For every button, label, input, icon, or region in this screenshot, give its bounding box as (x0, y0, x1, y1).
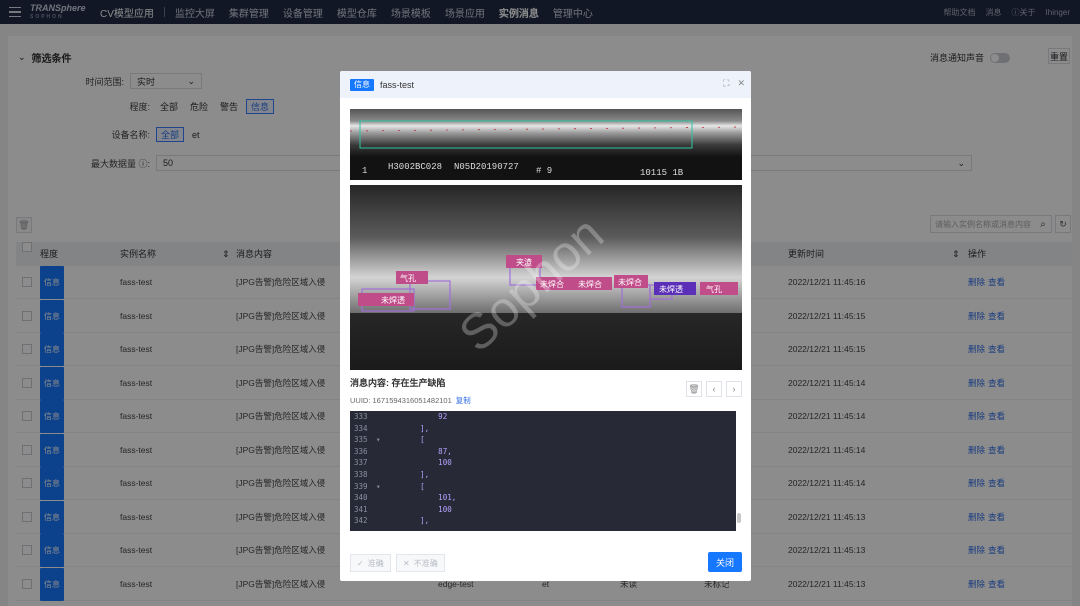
accurate-label: 准确 (367, 558, 384, 568)
line-number: 341 (354, 504, 368, 514)
line-number: 334 (354, 423, 368, 433)
code-text: ], (384, 516, 430, 526)
line-number: 335 (354, 435, 368, 445)
defect-label-7: 未焊透 (381, 295, 405, 305)
defect-label-6: 未焊透 (659, 284, 683, 294)
xray-overview-graphic: 1 H3002BC028 N05D20190727 # 9 10115 1B (350, 109, 742, 180)
code-line: 340 101, (350, 492, 736, 504)
defect-label-8: 气孔 (706, 284, 722, 294)
code-text: 100 (384, 504, 452, 514)
uuid-value: 1671594316051482101 (372, 396, 452, 405)
delete-message-button[interactable]: 🗑 (686, 381, 702, 397)
modal-header-icons: ⛶ ✕ (723, 78, 745, 89)
image-text-1: 1 (362, 166, 367, 176)
copy-link[interactable]: 复制 (456, 396, 471, 405)
code-line: 339 ▾ [ (350, 481, 736, 493)
image-text-4: # 9 (536, 166, 552, 176)
image-text-2: H3002BC028 (388, 162, 442, 172)
trash-icon: 🗑 (688, 383, 700, 394)
message-value: 存在生产缺陷 (391, 378, 446, 388)
fullscreen-icon[interactable]: ⛶ (723, 78, 729, 89)
uuid-row: UUID: 1671594316051482101 复制 (350, 395, 471, 406)
code-line: 337 100 (350, 457, 736, 469)
json-code-viewer[interactable]: 333 92 334 ], 335 ▾ [336 87, 337 100 338 ], 33… (350, 411, 736, 531)
line-number: 342 (354, 516, 368, 526)
line-number: 333 (354, 412, 368, 421)
code-text: [ (384, 481, 425, 491)
line-number: 338 (354, 469, 368, 479)
defect-label-5: 未焊合 (618, 277, 642, 287)
line-number: 339 (354, 481, 368, 491)
xray-overview-image: 1 H3002BC028 N05D20190727 # 9 10115 1B (350, 109, 742, 180)
code-text: 101, (384, 493, 457, 503)
code-line: 341 100 (350, 504, 736, 516)
chevron-right-icon: › (732, 384, 736, 394)
level-badge: 信息 (350, 78, 374, 91)
xray-defect-image: 气孔 夹渣 未焊合 未焊合 未焊合 未焊透 未焊透 气孔 Sophon (350, 185, 742, 370)
mark-inaccurate-button[interactable]: ✕ 不准确 (396, 554, 445, 572)
next-button[interactable]: › (726, 381, 742, 397)
code-text: 87, (384, 446, 452, 456)
code-line: 336 87, (350, 446, 736, 458)
code-text: 92 (384, 412, 448, 421)
image-text-3: N05D20190727 (454, 162, 519, 172)
check-icon: ✓ (357, 558, 364, 568)
close-icon[interactable]: ✕ (737, 78, 745, 89)
defect-label-4: 未焊合 (578, 279, 602, 289)
message-content: 消息内容: 存在生产缺陷 (350, 376, 446, 389)
uuid-label: UUID: (350, 396, 371, 405)
modal-title: fass-test (380, 79, 415, 90)
defect-label-1: 气孔 (400, 273, 416, 283)
line-number: 337 (354, 458, 368, 468)
modal-header: 信息 fass-test ⛶ ✕ (340, 71, 751, 98)
code-line: 335 ▾ [ (350, 434, 736, 446)
fold-toggle-icon[interactable]: ▾ (376, 434, 384, 446)
code-scrollbar[interactable] (737, 513, 741, 523)
line-number: 340 (354, 493, 368, 503)
code-line: 334 ], (350, 423, 736, 435)
code-text: 100 (384, 458, 452, 468)
chevron-left-icon: ‹ (712, 384, 716, 394)
code-text: ], (384, 423, 430, 433)
close-button[interactable]: 关闭 (708, 552, 742, 572)
message-detail-modal: 信息 fass-test ⛶ ✕ 1 H3002BC028 N05D201907… (340, 71, 751, 581)
code-line: 338 ], (350, 469, 736, 481)
previous-button[interactable]: ‹ (706, 381, 722, 397)
image-text-5: 10115 1B (640, 168, 684, 178)
code-line: 333 92 (350, 411, 736, 423)
modal-footer: ✓ 准确 ✕ 不准确 关闭 (350, 552, 742, 574)
line-number: 336 (354, 446, 368, 456)
code-text: [ (384, 435, 425, 445)
code-text: ], (384, 469, 430, 479)
code-line: 342 ], (350, 515, 736, 527)
message-label: 消息内容: (350, 378, 389, 388)
x-icon: ✕ (403, 558, 410, 568)
fold-toggle-icon[interactable]: ▾ (376, 481, 384, 493)
mark-accurate-button[interactable]: ✓ 准确 (350, 554, 391, 572)
inaccurate-label: 不准确 (413, 558, 438, 568)
